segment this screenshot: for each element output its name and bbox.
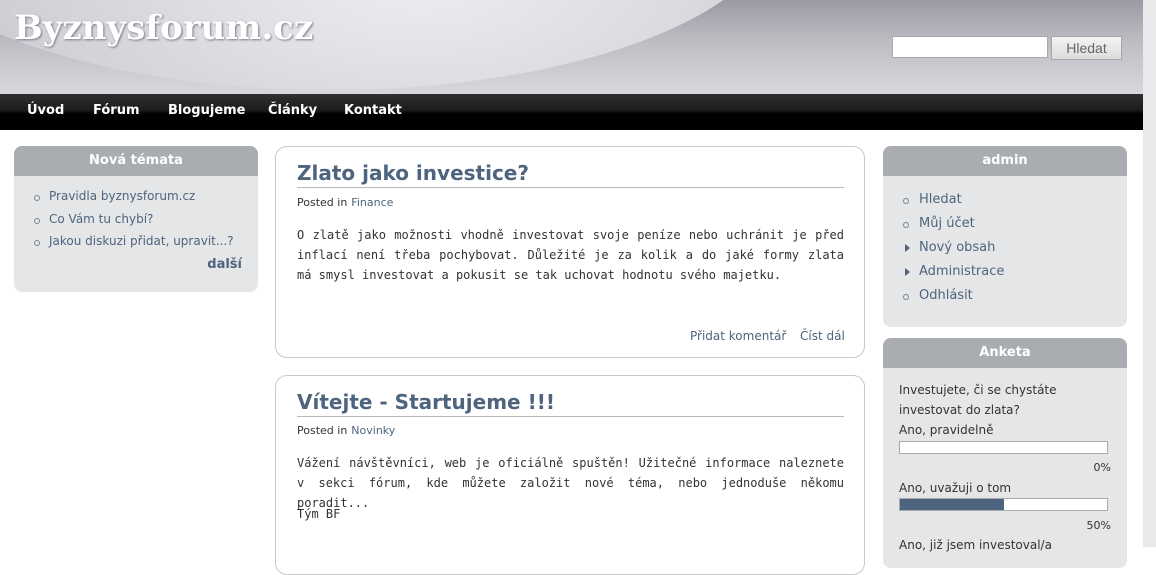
- poll-title: Anketa: [883, 338, 1127, 368]
- category-link[interactable]: Novinky: [351, 424, 395, 437]
- menu-item-administrace[interactable]: Administrace: [919, 264, 1004, 279]
- poll-result-bar: [899, 441, 1108, 454]
- poll-option-label: Ano, již jsem investoval/a: [899, 538, 1052, 552]
- bullet-icon: [34, 240, 40, 246]
- more-topics-link[interactable]: další: [207, 257, 242, 272]
- new-topics-title: Nová témata: [14, 146, 258, 176]
- bullet-icon: [34, 195, 40, 201]
- main-nav: Úvod Fórum Blogujeme Články Kontakt: [0, 94, 1143, 130]
- poll-percent: 50%: [1086, 519, 1111, 532]
- site-title[interactable]: Byznysforum.cz: [14, 8, 313, 48]
- nav-item-clanky[interactable]: Články: [268, 103, 317, 118]
- user-menu-title: admin: [883, 146, 1127, 176]
- site-header: Byznysforum.cz Hledat: [0, 0, 1143, 94]
- topic-link-pravidla[interactable]: Pravidla byznysforum.cz: [49, 189, 195, 203]
- poll-block: Anketa Investujete, či se chystáte inves…: [883, 338, 1127, 568]
- menu-item-muj-ucet[interactable]: Můj účet: [919, 216, 975, 231]
- bullet-icon: [903, 222, 909, 228]
- expand-arrow-icon[interactable]: [905, 244, 910, 252]
- menu-item-novy-obsah[interactable]: Nový obsah: [919, 240, 995, 255]
- bullet-icon: [34, 218, 40, 224]
- article-title[interactable]: Zlato jako investice?: [297, 161, 844, 188]
- poll-option-label: Ano, pravidelně: [899, 423, 994, 437]
- topic-link-co-vam-chybi[interactable]: Co Vám tu chybí?: [49, 212, 153, 226]
- add-comment-link[interactable]: Přidat komentář: [690, 329, 786, 343]
- posted-in-label: Posted in: [297, 424, 348, 437]
- right-gutter: [1143, 0, 1156, 547]
- poll-result-bar: [899, 498, 1108, 511]
- poll-result-fill: [900, 499, 1004, 510]
- search-input[interactable]: [892, 36, 1048, 58]
- new-topics-block: Nová témata Pravidla byznysforum.cz Co V…: [14, 146, 258, 292]
- article-signature: Tým BF: [297, 507, 341, 521]
- bullet-icon: [903, 294, 909, 300]
- nav-item-forum[interactable]: Fórum: [93, 103, 140, 118]
- bullet-icon: [903, 198, 909, 204]
- search-button[interactable]: Hledat: [1051, 36, 1122, 60]
- user-menu-block: admin Hledat Můj účet Nový obsah Adminis…: [883, 146, 1127, 327]
- menu-item-hledat[interactable]: Hledat: [919, 192, 962, 207]
- read-more-link[interactable]: Číst dál: [800, 329, 845, 343]
- article-card: Vítejte - Startujeme !!! Posted in Novink…: [275, 375, 865, 575]
- article-meta: Posted in Novinky: [297, 424, 395, 437]
- poll-percent: 0%: [1093, 461, 1111, 474]
- poll-option-label: Ano, uvažuji o tom: [899, 481, 1012, 495]
- nav-item-blogujeme[interactable]: Blogujeme: [168, 103, 246, 118]
- expand-arrow-icon[interactable]: [905, 268, 910, 276]
- menu-item-odhlasit[interactable]: Odhlásit: [919, 288, 973, 303]
- nav-item-uvod[interactable]: Úvod: [27, 103, 64, 118]
- category-link[interactable]: Finance: [351, 196, 393, 209]
- article-title[interactable]: Vítejte - Startujeme !!!: [297, 390, 844, 417]
- topic-link-jakou-diskuzi[interactable]: Jakou diskuzi přidat, upravit...?: [49, 234, 234, 248]
- article-meta: Posted in Finance: [297, 196, 393, 209]
- article-card: Zlato jako investice? Posted in Finance O…: [275, 146, 865, 358]
- nav-item-kontakt[interactable]: Kontakt: [344, 103, 402, 118]
- posted-in-label: Posted in: [297, 196, 348, 209]
- poll-question: Investujete, či se chystáte investovat d…: [899, 383, 1057, 417]
- article-body: O zlatě jako možnosti vhodně investovat …: [297, 228, 844, 282]
